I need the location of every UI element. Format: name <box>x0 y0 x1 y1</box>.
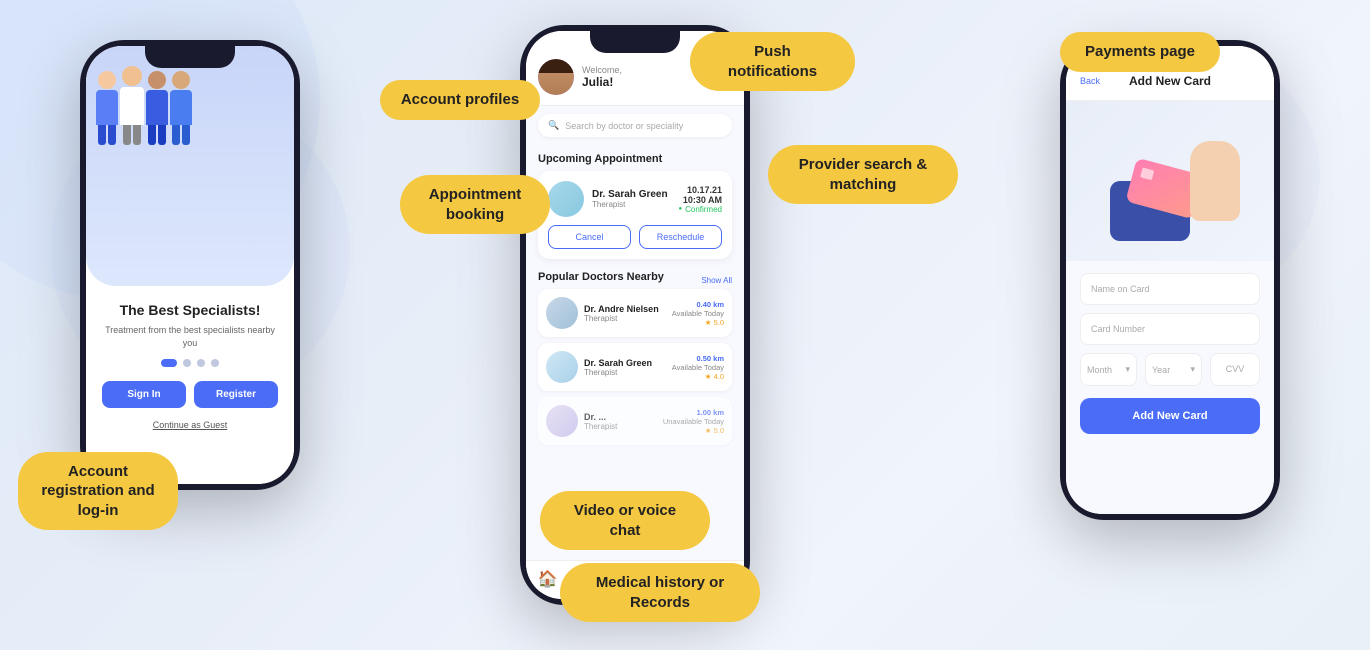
year-select[interactable]: Year ▾ <box>1145 353 1202 386</box>
wallet-illustration <box>1100 121 1240 241</box>
search-bar[interactable]: 🔍 Search by doctor or speciality <box>538 114 732 137</box>
phone-signin-screen: The Best Specialists! Treatment from the… <box>86 46 294 484</box>
nearby-doctor-2: Dr. Sarah Green Therapist 0.50 km Availa… <box>538 343 732 391</box>
nearby-doc1-spec: Therapist <box>584 314 666 323</box>
search-placeholder: Search by doctor or speciality <box>565 121 683 131</box>
doctor-legs-2 <box>123 125 141 145</box>
doctor-figure-1 <box>96 71 118 145</box>
nearby-header: Popular Doctors Nearby Show All <box>538 271 732 289</box>
dot-3 <box>197 359 205 367</box>
reschedule-button[interactable]: Reschedule <box>639 225 722 249</box>
appointment-doctor-name: Dr. Sarah Green <box>592 189 670 200</box>
cancel-button[interactable]: Cancel <box>548 225 631 249</box>
name-on-card-input[interactable]: Name on Card <box>1080 273 1260 305</box>
dot-1 <box>161 359 177 367</box>
phone-signin: The Best Specialists! Treatment from the… <box>80 40 300 490</box>
appointment-date: 10.17.21 <box>678 185 722 195</box>
appointment-status: Confirmed <box>678 205 722 214</box>
nearby-doc2-meta: 0.50 km Available Today ★ 4.0 <box>672 354 724 381</box>
chevron-down-icon-2: ▾ <box>1190 364 1195 375</box>
nearby-doc3-meta: 1.00 km Unavailable Today ★ 5.0 <box>663 408 724 435</box>
payments-illustration <box>1066 101 1274 261</box>
doctor-head-1 <box>98 71 116 89</box>
nearby-doc3-info: Dr. ... Therapist <box>584 412 657 431</box>
payments-title: Add New Card <box>1129 74 1211 88</box>
signin-text-area: The Best Specialists! Treatment from the… <box>86 286 294 367</box>
doctor-figure-4 <box>170 71 192 145</box>
welcome-label: Welcome, <box>582 65 704 75</box>
nearby-doc1-name: Dr. Andre Nielsen <box>584 304 666 314</box>
nearby-doc2-info: Dr. Sarah Green Therapist <box>584 358 666 377</box>
search-icon: 🔍 <box>548 120 559 131</box>
nearby-doc1-meta: 0.40 km Available Today ★ 5.0 <box>672 300 724 327</box>
nearby-doc2-avatar <box>546 351 578 383</box>
appointment-doctor-info: Dr. Sarah Green Therapist <box>592 189 670 209</box>
nearby-doctor-1: Dr. Andre Nielsen Therapist 0.40 km Avai… <box>538 289 732 337</box>
chevron-down-icon: ▾ <box>1125 364 1130 375</box>
appointment-card-top: Dr. Sarah Green Therapist 10.17.21 10:30… <box>548 181 722 217</box>
bubble-appointment-booking: Appointment booking <box>400 175 550 234</box>
phone-payments-screen: Back Add New Card Name on Card Card Numb… <box>1066 46 1274 514</box>
doctor-legs-3 <box>148 125 166 145</box>
nearby-doc3-spec: Therapist <box>584 422 657 431</box>
appointment-doctor-avatar <box>548 181 584 217</box>
welcome-text-area: Welcome, Julia! <box>574 65 704 89</box>
nearby-doc1-info: Dr. Andre Nielsen Therapist <box>584 304 666 323</box>
appointment-time-area: 10.17.21 10:30 AM Confirmed <box>678 185 722 214</box>
card-number-input[interactable]: Card Number <box>1080 313 1260 345</box>
nav-home[interactable]: 🏠 <box>538 569 558 589</box>
wallet-hand <box>1190 141 1240 221</box>
guest-link[interactable]: Continue as Guest <box>86 420 294 430</box>
nearby-section: Popular Doctors Nearby Show All Dr. Andr… <box>526 263 744 455</box>
signin-content: The Best Specialists! Treatment from the… <box>86 46 294 484</box>
phone-payments: Back Add New Card Name on Card Card Numb… <box>1060 40 1280 520</box>
phone-notch <box>145 46 235 68</box>
signin-illustration-area <box>86 46 294 286</box>
user-name: Julia! <box>582 75 704 89</box>
nearby-doc1-avatar <box>546 297 578 329</box>
upcoming-section: Upcoming Appointment Dr. Sarah Green The… <box>526 145 744 263</box>
dot-4 <box>211 359 219 367</box>
signin-buttons: Sign In Register <box>86 381 294 408</box>
signin-button[interactable]: Sign In <box>102 381 186 408</box>
bubble-provider-search: Provider search & matching <box>768 145 958 204</box>
bubble-account-profiles: Account profiles <box>380 80 540 120</box>
cvv-input[interactable]: CVV <box>1210 353 1260 386</box>
nearby-doc2-name: Dr. Sarah Green <box>584 358 666 368</box>
phone-notch-2 <box>590 31 680 53</box>
page-indicator <box>102 359 278 367</box>
doctor-body-1 <box>96 90 118 125</box>
payment-form: Name on Card Card Number Month ▾ Year ▾ … <box>1066 261 1274 446</box>
add-card-button[interactable]: Add New Card <box>1080 398 1260 434</box>
payments-content: Back Add New Card Name on Card Card Numb… <box>1066 46 1274 514</box>
appointment-card: Dr. Sarah Green Therapist 10.17.21 10:30… <box>538 171 732 259</box>
upcoming-title: Upcoming Appointment <box>538 153 732 165</box>
bubble-medical-history: Medical history or Records <box>560 563 760 622</box>
doctor-figure-3 <box>146 71 168 145</box>
bubble-video-chat: Video or voice chat <box>540 491 710 550</box>
appointment-time: 10:30 AM <box>678 195 722 205</box>
show-all-link[interactable]: Show All <box>701 276 732 285</box>
card-expiry-row: Month ▾ Year ▾ CVV <box>1080 353 1260 386</box>
nearby-doctor-3: Dr. ... Therapist 1.00 km Unavailable To… <box>538 397 732 445</box>
doctor-figure-2 <box>120 66 144 145</box>
doctor-legs-1 <box>98 125 116 145</box>
bubble-account-registration: Account registration and log-in <box>18 452 178 531</box>
signin-subtitle: Treatment from the best specialists near… <box>102 324 278 349</box>
user-avatar <box>538 59 574 95</box>
month-select[interactable]: Month ▾ <box>1080 353 1137 386</box>
back-button[interactable]: Back <box>1080 76 1100 86</box>
nearby-title: Popular Doctors Nearby <box>538 271 664 283</box>
nearby-doc3-name: Dr. ... <box>584 412 657 422</box>
dot-2 <box>183 359 191 367</box>
register-button[interactable]: Register <box>194 381 278 408</box>
appointment-doctor-spec: Therapist <box>592 200 670 209</box>
nearby-doc3-avatar <box>546 405 578 437</box>
appointment-buttons: Cancel Reschedule <box>548 225 722 249</box>
bubble-payments-page: Payments page <box>1060 32 1220 72</box>
signin-title: The Best Specialists! <box>102 302 278 318</box>
doctor-legs-4 <box>172 125 190 145</box>
bubble-push-notifications: Push notifications <box>690 32 855 91</box>
nearby-doc2-spec: Therapist <box>584 368 666 377</box>
